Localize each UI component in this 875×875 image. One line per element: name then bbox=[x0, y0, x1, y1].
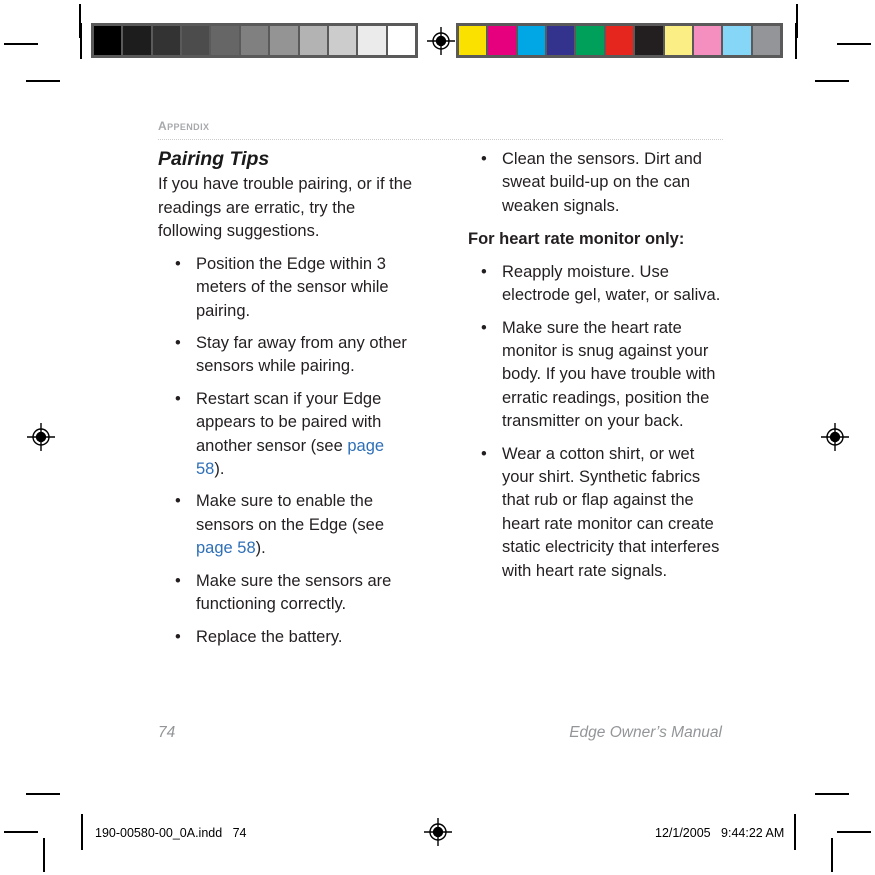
bullet-icon: • bbox=[175, 389, 181, 408]
page-number: 74 bbox=[158, 724, 176, 741]
list-item-text: Make sure to enable the sensors on the E… bbox=[196, 492, 385, 534]
sensor-care-list: • Clean the sensors. Dirt and sweat build… bbox=[468, 148, 726, 218]
manual-title-footer: Edge Owner’s Manual bbox=[569, 724, 722, 741]
bullet-icon: • bbox=[175, 492, 181, 511]
list-item: • Wear a cotton shirt, or wet your shirt.… bbox=[468, 443, 726, 584]
bullet-icon: • bbox=[175, 254, 181, 273]
bullet-icon: • bbox=[175, 627, 181, 646]
list-item-text: Clean the sensors. Dirt and sweat build-… bbox=[502, 150, 702, 215]
header-divider bbox=[158, 138, 723, 140]
left-column: Pairing Tips If you have trouble pairing… bbox=[158, 148, 416, 658]
list-item-text: Make sure the sensors are functioning co… bbox=[196, 571, 392, 614]
page-footer: 74 Edge Owner’s Manual bbox=[158, 724, 722, 742]
manual-page: Appendix Pairing Tips If you have troubl… bbox=[0, 0, 875, 875]
right-column: • Clean the sensors. Dirt and sweat build… bbox=[468, 148, 726, 658]
two-column-body: Pairing Tips If you have trouble pairing… bbox=[158, 148, 726, 658]
list-item: • Restart scan if your Edge appears to be… bbox=[158, 388, 416, 482]
list-item: • Replace the battery. bbox=[158, 626, 416, 649]
list-item-text: Wear a cotton shirt, or wet your shirt. … bbox=[502, 444, 720, 580]
list-item-text: ). bbox=[255, 539, 266, 558]
list-item: • Clean the sensors. Dirt and sweat build… bbox=[468, 148, 726, 218]
page-title: Pairing Tips bbox=[158, 148, 270, 170]
bullet-icon: • bbox=[481, 444, 487, 463]
subsection-heading: For heart rate monitor only: bbox=[468, 230, 685, 249]
list-item: • Make sure the sensors are functioning c… bbox=[158, 570, 416, 617]
page-cross-reference-link[interactable]: page 58 bbox=[196, 539, 256, 557]
list-item-text: Make sure the heart rate monitor is snug… bbox=[502, 318, 716, 431]
bullet-icon: • bbox=[175, 333, 181, 352]
list-item-text: Replace the battery. bbox=[196, 627, 343, 646]
list-item: • Position the Edge within 3 meters of th… bbox=[158, 253, 416, 323]
list-item: • Stay far away from any other sensors wh… bbox=[158, 332, 416, 379]
list-item: • Make sure the heart rate monitor is snu… bbox=[468, 317, 726, 434]
list-item-text: ). bbox=[214, 460, 225, 479]
section-label: Appendix bbox=[158, 115, 210, 134]
section-header: Appendix bbox=[158, 116, 723, 140]
bullet-icon: • bbox=[481, 262, 487, 281]
list-item: • Make sure to enable the sensors on the … bbox=[158, 490, 416, 560]
pairing-tips-list: • Position the Edge within 3 meters of th… bbox=[158, 253, 416, 649]
list-item-text: Reapply moisture. Use electrode gel, wat… bbox=[502, 262, 721, 305]
bullet-icon: • bbox=[481, 318, 487, 337]
bullet-icon: • bbox=[481, 150, 487, 168]
list-item-text: Position the Edge within 3 meters of the… bbox=[196, 254, 389, 320]
heart-rate-monitor-list: • Reapply moisture. Use electrode gel, wa… bbox=[468, 261, 726, 583]
list-item: • Reapply moisture. Use electrode gel, wa… bbox=[468, 261, 726, 308]
prepress-slug-timestamp: 12/1/2005 9:44:22 AM bbox=[655, 826, 785, 840]
intro-paragraph: If you have trouble pairing, or if the r… bbox=[158, 175, 413, 241]
bullet-icon: • bbox=[175, 571, 181, 590]
list-item-text: Stay far away from any other sensors whi… bbox=[196, 333, 407, 376]
prepress-slug-filename: 190-00580-00_0A.indd 74 bbox=[95, 826, 247, 840]
